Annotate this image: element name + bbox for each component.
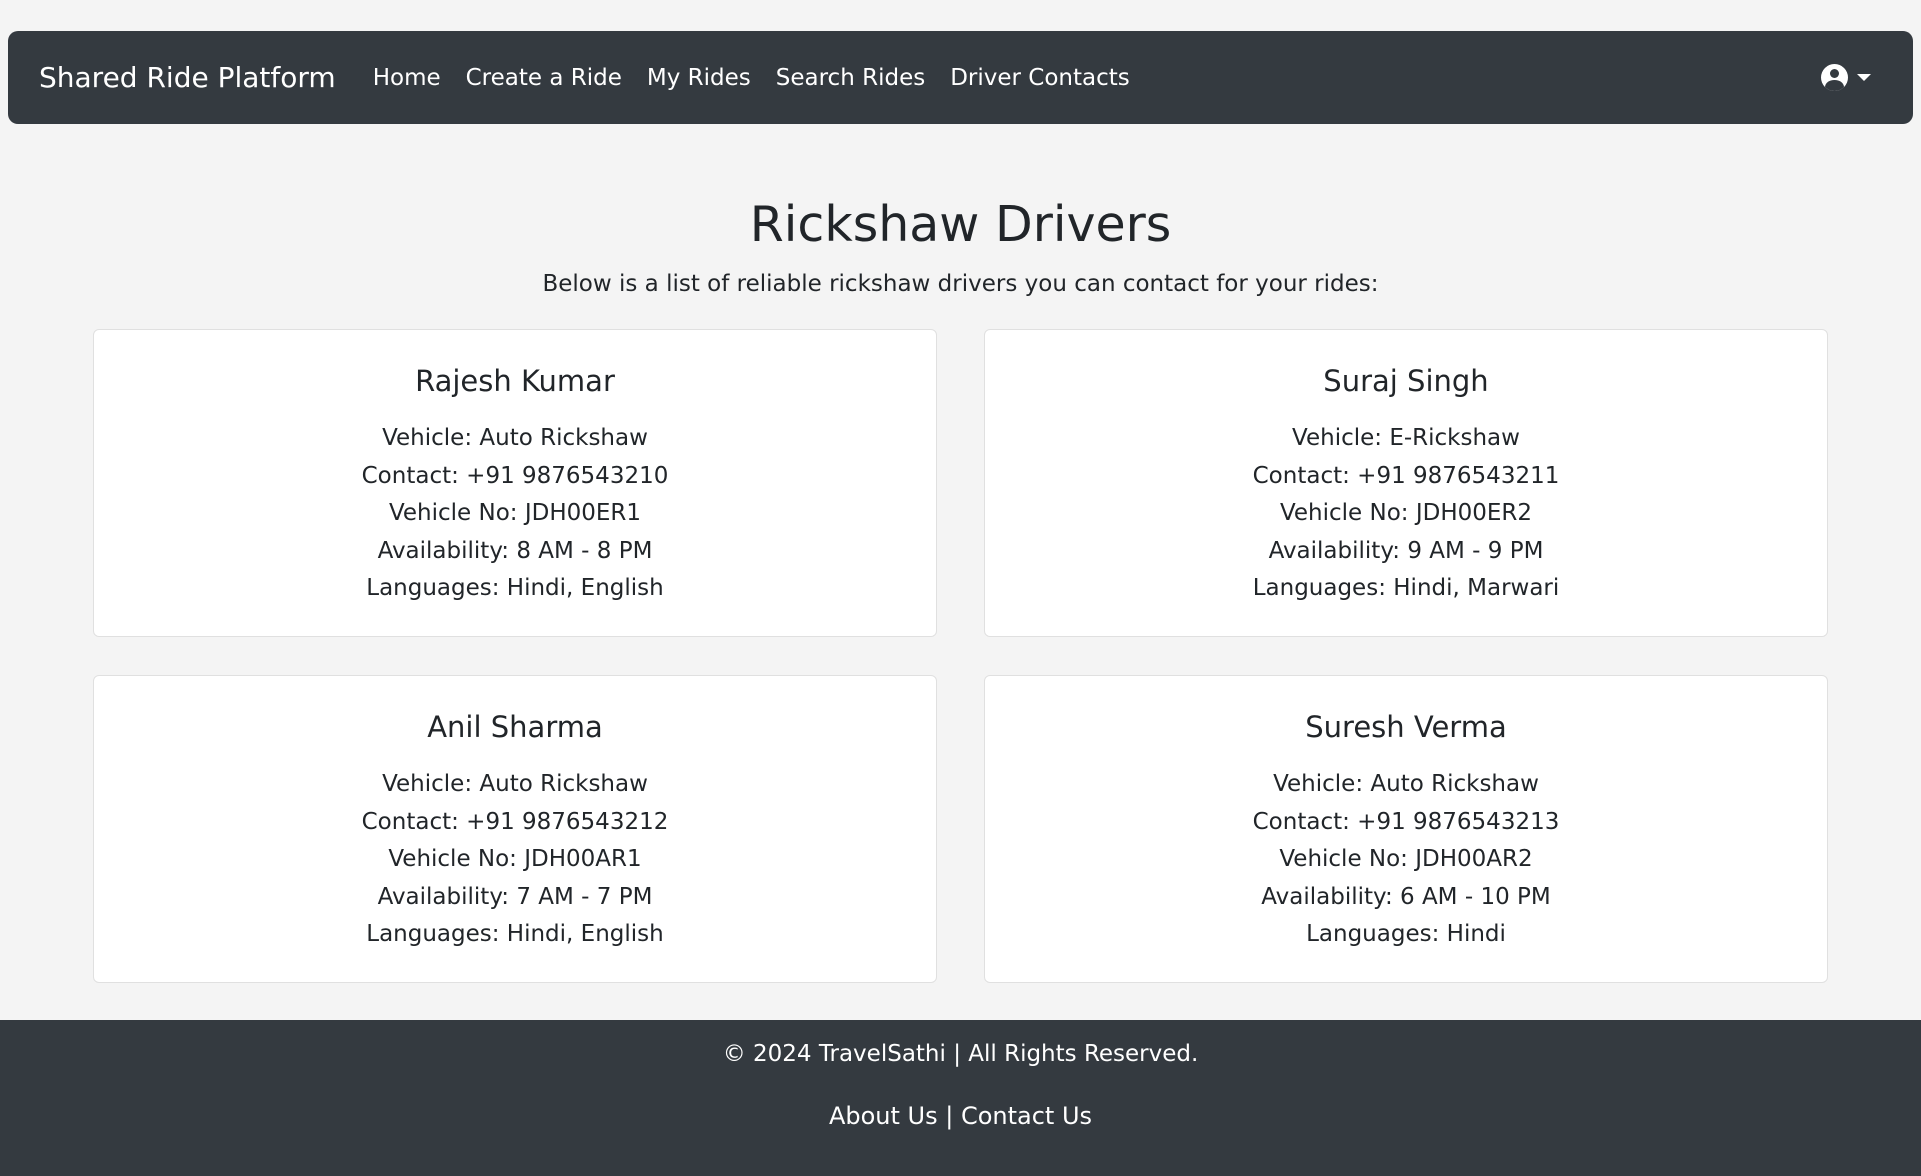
driver-availability: Availability: 8 AM - 8 PM [377, 537, 653, 564]
nav-link-create-ride[interactable]: Create a Ride [466, 65, 622, 91]
driver-contact: Contact: +91 9876543213 [1252, 808, 1560, 835]
driver-languages: Languages: Hindi, Marwari [1252, 575, 1560, 601]
driver-vehicle: Vehicle: Auto Rickshaw [382, 771, 648, 797]
nav-link-search-rides[interactable]: Search Rides [776, 65, 925, 91]
footer-copyright: © 2024 TravelSathi | All Rights Reserved… [722, 1041, 1199, 1067]
driver-contact: Contact: +91 9876543211 [1252, 462, 1560, 489]
user-circle-icon [1821, 64, 1848, 91]
driver-name: Suraj Singh [1323, 364, 1489, 398]
nav-link-my-rides[interactable]: My Rides [647, 65, 751, 91]
nav-link-home[interactable]: Home [373, 65, 441, 91]
driver-name: Suresh Verma [1305, 710, 1507, 744]
driver-vehicle: Vehicle: E-Rickshaw [1292, 425, 1520, 451]
nav-link-driver-contacts[interactable]: Driver Contacts [950, 65, 1130, 91]
page-footer: © 2024 TravelSathi | All Rights Reserved… [0, 1020, 1921, 1176]
driver-vehicle-no: Vehicle No: JDH00AR2 [1279, 846, 1533, 872]
driver-name: Anil Sharma [427, 710, 603, 744]
about-us-link[interactable]: About Us [829, 1102, 938, 1130]
driver-vehicle-no: Vehicle No: JDH00ER1 [388, 500, 642, 526]
driver-vehicle: Vehicle: Auto Rickshaw [382, 425, 648, 451]
driver-vehicle-no: Vehicle No: JDH00ER2 [1279, 500, 1533, 526]
driver-availability: Availability: 7 AM - 7 PM [377, 883, 653, 910]
driver-card: Suresh Verma Vehicle: Auto Rickshaw Cont… [984, 675, 1828, 983]
driver-card: Rajesh Kumar Vehicle: Auto Rickshaw Cont… [93, 329, 937, 637]
contact-us-link[interactable]: Contact Us [961, 1102, 1092, 1130]
driver-languages: Languages: Hindi, English [366, 921, 664, 947]
driver-card: Suraj Singh Vehicle: E-Rickshaw Contact:… [984, 329, 1828, 637]
nav-links: Home Create a Ride My Rides Search Rides… [373, 65, 1155, 91]
driver-contact: Contact: +91 9876543210 [361, 462, 669, 489]
brand-link[interactable]: Shared Ride Platform [39, 61, 336, 94]
driver-contact: Contact: +91 9876543212 [361, 808, 669, 835]
page-intro: Below is a list of reliable rickshaw dri… [542, 271, 1379, 297]
caret-down-icon [1857, 74, 1871, 81]
footer-separator: | [945, 1102, 954, 1130]
driver-availability: Availability: 6 AM - 10 PM [1261, 883, 1551, 910]
driver-vehicle: Vehicle: Auto Rickshaw [1273, 771, 1539, 797]
driver-card: Anil Sharma Vehicle: Auto Rickshaw Conta… [93, 675, 937, 983]
page-title: Rickshaw Drivers [749, 196, 1172, 253]
driver-availability: Availability: 9 AM - 9 PM [1268, 537, 1544, 564]
driver-languages: Languages: Hindi [1306, 921, 1506, 947]
top-navbar: Shared Ride Platform Home Create a Ride … [8, 31, 1913, 124]
driver-name: Rajesh Kumar [415, 364, 615, 398]
user-menu-dropdown[interactable] [1821, 64, 1871, 91]
driver-vehicle-no: Vehicle No: JDH00AR1 [388, 846, 642, 872]
footer-links: About Us | Contact Us [0, 1102, 1921, 1130]
driver-languages: Languages: Hindi, English [366, 575, 664, 601]
